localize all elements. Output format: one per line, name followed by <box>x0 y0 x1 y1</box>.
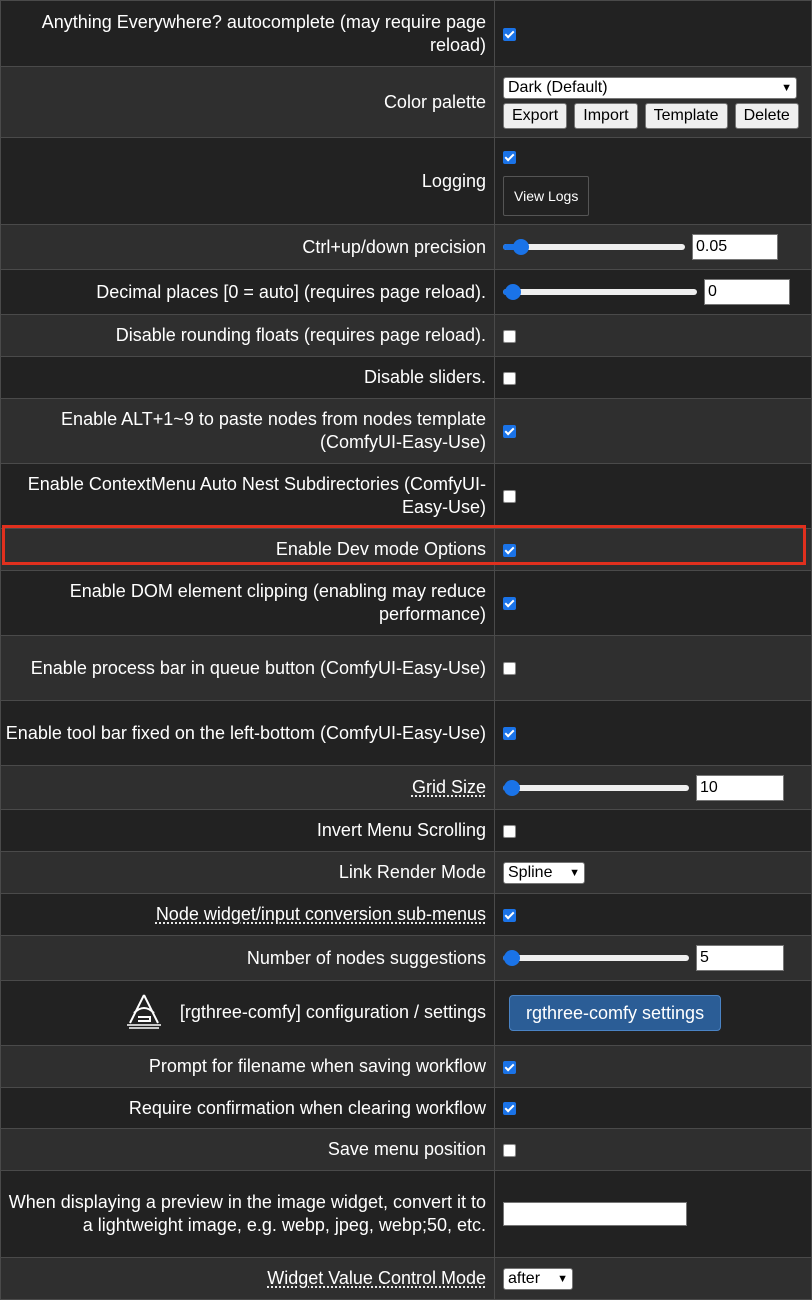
setting-row-contextmenu-nest: Enable ContextMenu Auto Nest Subdirector… <box>0 463 812 529</box>
setting-label: Logging <box>0 137 495 225</box>
decimal-places-input[interactable]: 0 <box>704 279 791 305</box>
disable-rounding-checkbox[interactable] <box>503 329 516 343</box>
setting-label: Enable ALT+1~9 to paste nodes from nodes… <box>0 398 495 464</box>
setting-row-prompt-filename: Prompt for filename when saving workflow <box>0 1045 812 1088</box>
setting-row-disable-sliders: Disable sliders. <box>0 356 812 399</box>
process-bar-checkbox[interactable] <box>503 662 516 676</box>
setting-row-confirm-clear: Require confirmation when clearing workf… <box>0 1087 812 1129</box>
alt-paste-checkbox[interactable] <box>503 425 516 439</box>
setting-label: Invert Menu Scrolling <box>0 809 495 852</box>
ctrl-precision-slider[interactable] <box>503 239 685 255</box>
node-suggestions-slider[interactable] <box>503 950 689 966</box>
setting-label: Grid Size <box>0 765 495 810</box>
rgthree-logo-icon <box>124 991 164 1035</box>
setting-label: Number of nodes suggestions <box>0 935 495 981</box>
slider-thumb[interactable] <box>504 950 521 966</box>
rgthree-settings-button[interactable]: rgthree-comfy settings <box>509 995 722 1031</box>
disable-sliders-checkbox[interactable] <box>503 371 516 385</box>
widget-control-select[interactable]: after ▼ <box>503 1268 573 1290</box>
setting-row-dev-mode: Enable Dev mode Options <box>0 528 812 571</box>
setting-row-process-bar: Enable process bar in queue button (Comf… <box>0 635 812 701</box>
setting-label: Node widget/input conversion sub-menus <box>0 893 495 936</box>
color-palette-select[interactable]: Dark (Default) ▼ <box>503 76 797 99</box>
setting-label: Require confirmation when clearing workf… <box>0 1087 495 1129</box>
import-button[interactable]: Import <box>574 102 638 129</box>
dev-mode-checkbox[interactable] <box>503 543 516 557</box>
chevron-down-icon: ▼ <box>781 81 792 94</box>
grid-size-input[interactable]: 10 <box>696 774 785 801</box>
node-suggestions-input[interactable]: 5 <box>696 945 785 971</box>
confirm-clear-checkbox[interactable] <box>503 1102 516 1116</box>
setting-label: Enable DOM element clipping (enabling ma… <box>0 570 495 636</box>
slider-thumb[interactable] <box>504 284 521 300</box>
link-render-selected: Spline <box>508 864 553 881</box>
widget-control-selected: after <box>508 1270 541 1287</box>
setting-row-alt-paste: Enable ALT+1~9 to paste nodes from nodes… <box>0 398 812 464</box>
link-render-select[interactable]: Spline ▼ <box>503 862 585 884</box>
setting-row-anything-everywhere: Anything Everywhere? autocomplete (may r… <box>0 0 812 67</box>
export-button[interactable]: Export <box>503 102 568 129</box>
slider-thumb[interactable] <box>504 779 521 796</box>
slider-thumb[interactable] <box>513 239 530 255</box>
tool-bar-checkbox[interactable] <box>503 727 516 741</box>
setting-row-decimal-places: Decimal places [0 = auto] (requires page… <box>0 269 812 315</box>
setting-label: Link Render Mode <box>0 851 495 894</box>
widget-control-label: Widget Value Control Mode <box>267 1268 486 1288</box>
setting-label: Save menu position <box>0 1128 495 1171</box>
setting-label: Widget Value Control Mode <box>0 1257 495 1300</box>
setting-row-color-palette: Color palette Dark (Default) ▼ Export Im… <box>0 66 812 138</box>
setting-label: [rgthree-comfy] configuration / settings <box>0 980 495 1046</box>
color-palette-selected: Dark (Default) <box>508 78 608 96</box>
setting-label: Color palette <box>0 66 495 138</box>
setting-row-tool-bar: Enable tool bar fixed on the left-bottom… <box>0 700 812 766</box>
setting-label: When displaying a preview in the image w… <box>0 1170 495 1258</box>
grid-size-label: Grid Size <box>411 777 486 797</box>
save-menu-pos-checkbox[interactable] <box>503 1143 516 1157</box>
delete-button[interactable]: Delete <box>734 102 799 129</box>
contextmenu-nest-checkbox[interactable] <box>503 490 516 504</box>
setting-row-link-render: Link Render Mode Spline ▼ <box>0 851 812 894</box>
dom-clipping-checkbox[interactable] <box>503 597 516 611</box>
chevron-down-icon: ▼ <box>557 1273 568 1285</box>
setting-label: Disable rounding floats (requires page r… <box>0 314 495 357</box>
setting-row-rgthree: [rgthree-comfy] configuration / settings… <box>0 980 812 1046</box>
view-logs-button[interactable]: View Logs <box>503 175 590 216</box>
setting-row-dom-clipping: Enable DOM element clipping (enabling ma… <box>0 570 812 636</box>
setting-label: Enable tool bar fixed on the left-bottom… <box>0 700 495 766</box>
setting-label: Anything Everywhere? autocomplete (may r… <box>0 0 495 67</box>
grid-size-slider[interactable] <box>503 779 689 796</box>
setting-row-preview-format: When displaying a preview in the image w… <box>0 1170 812 1258</box>
prompt-filename-checkbox[interactable] <box>503 1060 516 1074</box>
setting-label: Decimal places [0 = auto] (requires page… <box>0 269 495 315</box>
setting-row-node-widget: Node widget/input conversion sub-menus <box>0 893 812 936</box>
setting-row-invert-menu: Invert Menu Scrolling <box>0 809 812 852</box>
chevron-down-icon: ▼ <box>569 867 580 879</box>
setting-row-logging: Logging View Logs <box>0 137 812 225</box>
setting-label: Enable process bar in queue button (Comf… <box>0 635 495 701</box>
rgthree-label: [rgthree-comfy] configuration / settings <box>179 1001 486 1022</box>
setting-label: Ctrl+up/down precision <box>0 224 495 270</box>
template-button[interactable]: Template <box>644 102 728 129</box>
setting-label: Enable ContextMenu Auto Nest Subdirector… <box>0 463 495 529</box>
node-widget-label: Node widget/input conversion sub-menus <box>155 904 486 924</box>
setting-row-node-suggestions: Number of nodes suggestions 5 <box>0 935 812 981</box>
setting-row-ctrl-precision: Ctrl+up/down precision 0.05 <box>0 224 812 270</box>
decimal-places-slider[interactable] <box>503 284 697 300</box>
anything-everywhere-checkbox[interactable] <box>503 27 516 41</box>
setting-row-grid-size: Grid Size 10 <box>0 765 812 810</box>
preview-format-input[interactable] <box>503 1202 687 1226</box>
invert-menu-checkbox[interactable] <box>503 824 516 838</box>
setting-label: Disable sliders. <box>0 356 495 399</box>
ctrl-precision-input[interactable]: 0.05 <box>692 234 779 260</box>
setting-row-disable-rounding: Disable rounding floats (requires page r… <box>0 314 812 357</box>
setting-label: Enable Dev mode Options <box>0 528 495 571</box>
node-widget-checkbox[interactable] <box>503 908 516 922</box>
logging-checkbox[interactable] <box>503 151 516 165</box>
settings-table: Anything Everywhere? autocomplete (may r… <box>0 0 812 1300</box>
setting-label: Prompt for filename when saving workflow <box>0 1045 495 1088</box>
setting-row-save-menu-pos: Save menu position <box>0 1128 812 1171</box>
setting-row-widget-control: Widget Value Control Mode after ▼ <box>0 1257 812 1300</box>
